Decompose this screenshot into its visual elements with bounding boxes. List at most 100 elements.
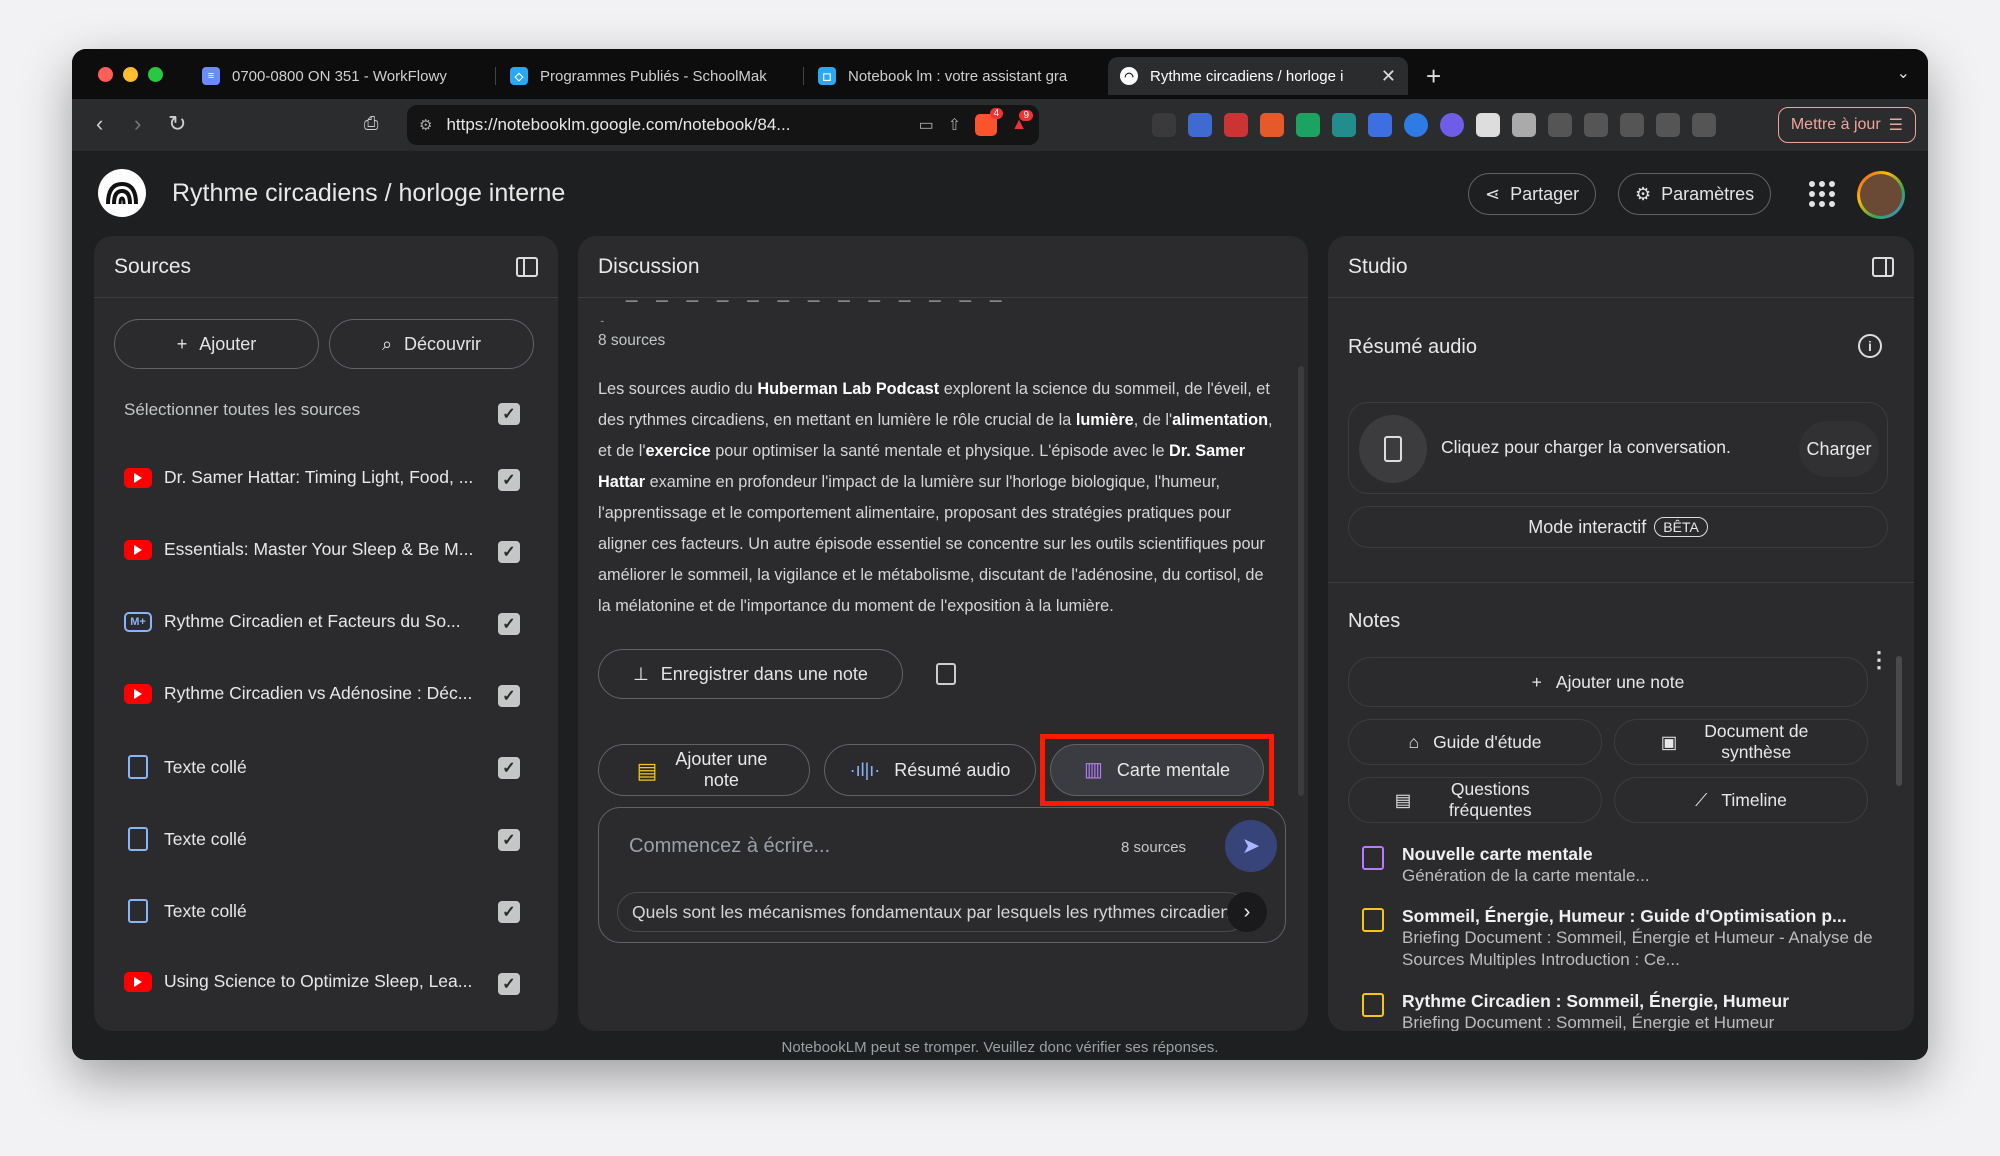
notebook-title[interactable]: Rythme circadiens / horloge interne	[172, 179, 565, 208]
back-icon[interactable]: ‹	[96, 111, 103, 137]
notebooklm-logo-icon[interactable]	[98, 169, 146, 217]
maximize-window-button[interactable]	[148, 67, 163, 82]
forward-icon[interactable]: ›	[134, 111, 141, 137]
address-bar[interactable]: ⚙ https://notebooklm.google.com/notebook…	[407, 105, 1039, 145]
wallet-icon[interactable]	[1620, 113, 1644, 137]
source-item[interactable]: M+ Rythme Circadien et Facteurs du So...	[124, 611, 524, 632]
chevron-right-icon[interactable]: ›	[1227, 892, 1267, 932]
send-icon[interactable]: ➤	[1225, 820, 1277, 872]
source-item[interactable]: Texte collé	[124, 755, 524, 779]
google-apps-icon[interactable]	[1809, 181, 1835, 207]
ext-play-icon[interactable]	[1512, 113, 1536, 137]
briefing-doc-button[interactable]: ▣ Document de synthèse	[1614, 719, 1868, 765]
discover-button[interactable]: ⌕ Découvrir	[329, 319, 534, 369]
copy-icon[interactable]	[936, 663, 956, 685]
brave-shield-icon[interactable]: 4	[975, 108, 1004, 136]
workflowy-favicon-icon: ≡	[202, 67, 220, 85]
sources-heading: Sources	[114, 254, 192, 278]
source-item[interactable]: Using Science to Optimize Sleep, Lea...	[124, 971, 524, 992]
source-item[interactable]: Texte collé	[124, 827, 524, 851]
suggested-question-chip[interactable]: Quels sont les mécanismes fondamentaux p…	[617, 892, 1247, 932]
avatar[interactable]	[1857, 171, 1905, 219]
hamburger-menu-icon: ☰	[1888, 117, 1903, 134]
ext-orange-icon[interactable]	[1260, 113, 1284, 137]
study-guide-button[interactable]: ⌂ Guide d'étude	[1348, 719, 1602, 765]
ext-star-icon[interactable]	[1440, 113, 1464, 137]
source-item[interactable]: Rythme Circadien vs Adénosine : Déc...	[124, 683, 524, 704]
share-icon[interactable]: ⇧	[948, 115, 961, 135]
vpn-shield-icon[interactable]	[1692, 113, 1716, 137]
add-source-button[interactable]: + Ajouter	[114, 319, 319, 369]
graduation-cap-icon: ⌂	[1408, 731, 1420, 752]
notes-scrollbar[interactable]	[1896, 656, 1902, 786]
bookmark-icon[interactable]: ⎙	[364, 113, 378, 134]
tab-notebooklm-blog[interactable]: ◻ Notebook lm : votre assistant gra	[806, 57, 1106, 95]
brave-badge: 4	[989, 108, 1004, 119]
more-vert-icon[interactable]: ⋮	[1868, 649, 1890, 671]
site-settings-icon[interactable]: ⚙	[419, 116, 432, 134]
update-browser-button[interactable]: Mettre à jour ☰	[1777, 107, 1916, 143]
ext-green-icon[interactable]	[1296, 113, 1320, 137]
rewards-icon[interactable]: ▲ 9	[1011, 110, 1033, 134]
leo-ai-icon[interactable]	[1656, 113, 1680, 137]
source-checkbox[interactable]: ✓	[498, 973, 520, 995]
cast-icon[interactable]: ▭	[919, 115, 934, 135]
url-text[interactable]: https://notebooklm.google.com/notebook/8…	[446, 115, 918, 135]
ext-red-icon[interactable]	[1224, 113, 1248, 137]
reload-icon[interactable]: ↻	[168, 111, 186, 137]
note-item[interactable]: Rythme Circadien : Sommeil, Énergie, Hum…	[1362, 991, 1882, 1031]
source-checkbox[interactable]: ✓	[498, 829, 520, 851]
share-button[interactable]: ⋖ Partager	[1468, 173, 1597, 215]
source-checkbox[interactable]: ✓	[498, 541, 520, 563]
close-window-button[interactable]	[98, 67, 113, 82]
info-icon[interactable]: i	[1858, 334, 1882, 358]
source-checkbox[interactable]: ✓	[498, 613, 520, 635]
select-all-checkbox[interactable]: ✓	[498, 403, 520, 425]
source-item[interactable]: Dr. Samer Hattar: Timing Light, Food, ..…	[124, 467, 524, 488]
source-item[interactable]: Essentials: Master Your Sleep & Be M...	[124, 539, 524, 560]
chat-input-placeholder[interactable]: Commencez à écrire...	[629, 835, 830, 858]
note-item[interactable]: Nouvelle carte mentale Génération de la …	[1362, 844, 1882, 887]
collapse-panel-icon[interactable]	[1872, 256, 1894, 277]
rewards-badge: 9	[1019, 110, 1033, 121]
source-checkbox[interactable]: ✓	[498, 757, 520, 779]
source-checkbox[interactable]: ✓	[498, 901, 520, 923]
add-note-button[interactable]: + Ajouter une note	[1348, 657, 1868, 707]
tab-schoolmaker[interactable]: ◇ Programmes Publiés - SchoolMak	[498, 57, 798, 95]
new-tab-icon[interactable]: +	[1426, 61, 1441, 92]
source-item[interactable]: Texte collé	[124, 899, 524, 923]
save-to-note-button[interactable]: ⊥ Enregistrer dans une note	[598, 649, 903, 699]
ext-doc-icon[interactable]	[1476, 113, 1500, 137]
timeline-button[interactable]: ⟋ Timeline	[1614, 777, 1868, 823]
tab-active-notebook[interactable]: ◠ Rythme circadiens / horloge i ✕	[1108, 57, 1408, 95]
save-to-note-label: Enregistrer dans une note	[660, 663, 868, 684]
sidebar-toggle-icon[interactable]	[1584, 113, 1608, 137]
extensions-row	[1152, 113, 1716, 137]
settings-button[interactable]: ⚙ Paramètres	[1618, 173, 1772, 215]
collapse-panel-icon[interactable]	[516, 256, 538, 277]
interactive-mode-button[interactable]: Mode interactif BÊTA	[1348, 506, 1888, 548]
source-label: Rythme Circadien vs Adénosine : Déc...	[164, 683, 473, 703]
source-checkbox[interactable]: ✓	[498, 469, 520, 491]
suggested-question-text: Quels sont les mécanismes fondamentaux p…	[632, 901, 1239, 922]
faq-button[interactable]: ▤ Questions fréquentes	[1348, 777, 1602, 823]
load-audio-button[interactable]: Charger	[1799, 421, 1879, 477]
chat-input-box[interactable]: Commencez à écrire... 8 sources ➤ Quels …	[598, 807, 1286, 943]
extensions-puzzle-icon[interactable]	[1548, 113, 1572, 137]
close-tab-icon[interactable]: ✕	[1371, 66, 1396, 87]
add-note-button[interactable]: ▤ Ajouter une note	[598, 744, 810, 796]
chat-sources-count: 8 sources	[1121, 839, 1187, 856]
tab-workflowy[interactable]: ≡ 0700-0800 ON 351 - WorkFlowy	[190, 57, 490, 95]
ext-list-icon[interactable]	[1188, 113, 1212, 137]
minimize-window-button[interactable]	[123, 67, 138, 82]
ext-bars-icon[interactable]	[1368, 113, 1392, 137]
ext-info-icon[interactable]	[1404, 113, 1428, 137]
source-checkbox[interactable]: ✓	[498, 685, 520, 707]
share-nodes-icon: ⋖	[1485, 183, 1501, 204]
audio-summary-button[interactable]: ·ıl|ı· Résumé audio	[824, 744, 1036, 796]
ext-teal-icon[interactable]	[1332, 113, 1356, 137]
tab-menu-chevron-icon[interactable]: ⌄	[1897, 63, 1910, 83]
note-item[interactable]: Sommeil, Énergie, Humeur : Guide d'Optim…	[1362, 906, 1882, 971]
translate-extension-icon[interactable]	[1152, 113, 1176, 137]
discussion-scrollbar[interactable]	[1298, 366, 1304, 796]
